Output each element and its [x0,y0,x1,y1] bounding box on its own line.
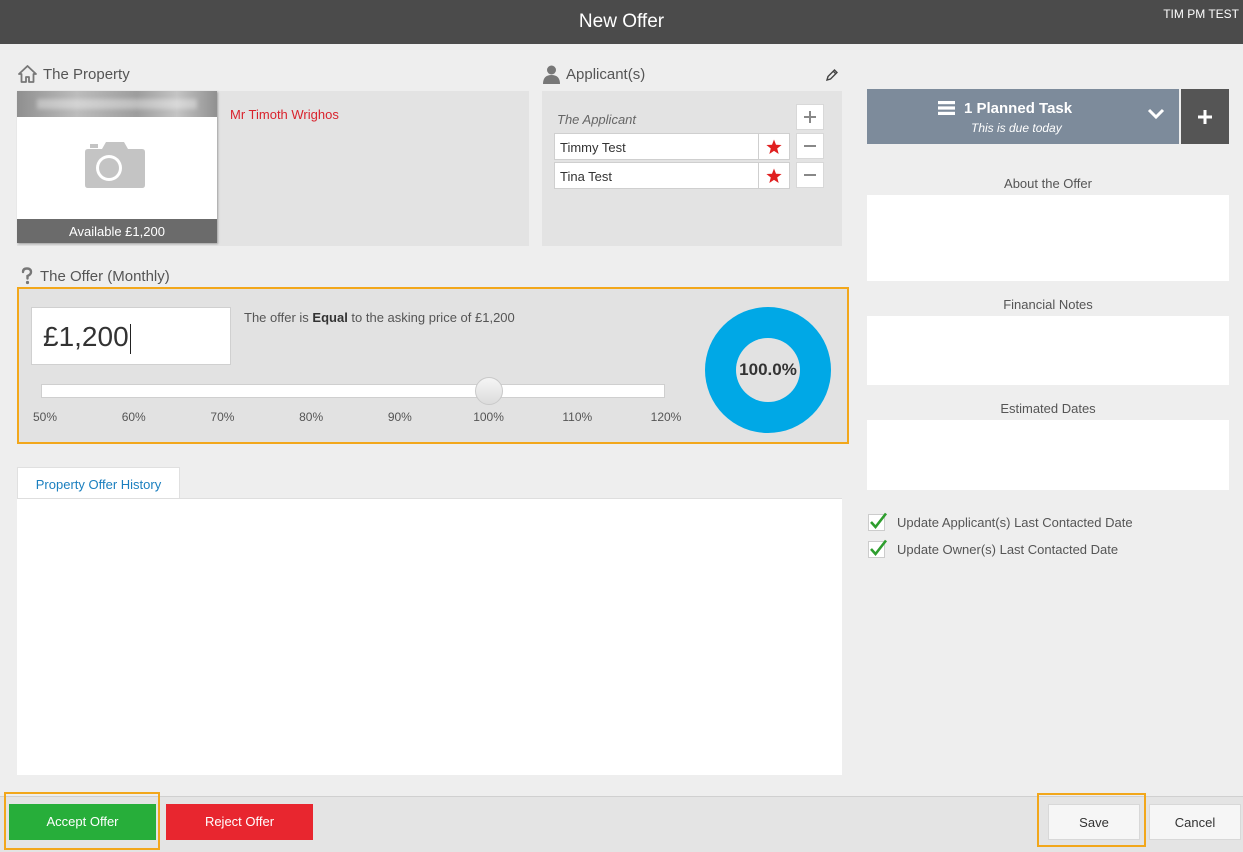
estimated-dates-panel[interactable] [867,420,1229,490]
slider-tick-label: 100% [473,410,504,424]
reject-offer-button[interactable]: Reject Offer [166,804,313,840]
current-user: TIM PM TEST [1163,7,1239,21]
slider-tick-label: 90% [387,410,412,424]
applicant-row[interactable]: Timmy Test [554,133,790,160]
edit-pencil-icon[interactable] [825,68,839,82]
property-photo[interactable]: Available £1,200 [17,91,217,243]
availability-label: Available £1,200 [17,219,217,243]
offer-amount-input[interactable]: £1,200 [31,307,231,365]
star-icon[interactable] [758,134,789,159]
offer-description: The offer is Equal to the asking price o… [244,310,515,325]
update-applicant-contacted-checkbox[interactable]: Update Applicant(s) Last Contacted Date [868,512,1133,532]
offer-history-panel [17,499,842,775]
slider-tick-label: 70% [210,410,235,424]
star-icon[interactable] [758,163,789,188]
person-icon [543,65,560,84]
window-title: New Offer [578,11,665,32]
applicants-heading-label: Applicant(s) [566,66,646,83]
update-owner-contacted-label: Update Owner(s) Last Contacted Date [897,541,1119,557]
update-owner-contacted-checkbox[interactable]: Update Owner(s) Last Contacted Date [868,539,1118,559]
slider-tick-label: 80% [299,410,324,424]
planned-task-title: 1 Planned Task [964,100,1073,117]
owner-link[interactable]: Mr Timoth Wrighos [230,107,339,122]
planned-task-subtitle: This is due today [971,121,1062,135]
cancel-button[interactable]: Cancel [1149,804,1241,840]
minus-icon [804,145,816,147]
offer-slider-handle[interactable] [474,377,503,405]
applicant-name: Timmy Test [560,140,626,155]
title-bar: New Offer TIM PM TEST [0,0,1243,44]
camera-icon [85,142,145,188]
slider-tick-label: 50% [32,410,58,424]
offer-amount-value: £1,200 [43,321,129,352]
applicants-panel: The Applicant Timmy Test Tina Test [542,91,842,246]
about-offer-textarea[interactable] [867,195,1229,281]
estimated-dates-label: Estimated Dates [1000,401,1096,416]
offer-description-suffix: to the asking price of £1,200 [347,310,515,325]
remove-applicant-button[interactable] [796,133,824,159]
offer-heading-label: The Offer (Monthly) [40,267,170,285]
applicant-name: Tina Test [560,169,613,184]
checkbox-checked-icon[interactable] [868,539,888,559]
offer-percentage-donut: 100.0% [705,307,831,433]
slider-tick-label: 120% [650,410,682,424]
about-offer-label: About the Offer [1004,176,1092,191]
property-heading: The Property [18,65,130,83]
home-icon [18,65,37,83]
applicant-row[interactable]: Tina Test [554,162,790,189]
text-caret [129,323,131,354]
donut-percentage-label: 100.0% [736,338,800,402]
update-applicant-contacted-label: Update Applicant(s) Last Contacted Date [897,514,1133,530]
minus-icon [804,174,816,176]
offer-heading: The Offer (Monthly) [20,267,170,285]
blurred-address [17,91,217,117]
add-applicant-button[interactable] [796,104,824,130]
plus-icon [1198,109,1212,124]
plus-icon [804,111,816,123]
offer-description-prefix: The offer is [244,310,313,325]
chevron-down-icon[interactable] [1147,108,1165,120]
applicants-heading: Applicant(s) [543,65,645,84]
financial-notes-textarea[interactable] [867,316,1229,385]
slider-tick-label: 60% [121,410,146,424]
add-task-button[interactable] [1181,89,1229,144]
task-list-icon [938,101,955,115]
financial-notes-label: Financial Notes [1003,297,1093,312]
offer-comparison: Equal [312,310,348,325]
accept-offer-button[interactable]: Accept Offer [9,804,156,840]
remove-applicant-button[interactable] [796,162,824,188]
planned-task-bar[interactable]: 1 Planned Task This is due today [867,89,1179,144]
slider-tick-label: 110% [562,410,593,424]
save-button[interactable]: Save [1048,804,1140,840]
checkbox-checked-icon[interactable] [868,512,888,532]
property-panel: Available £1,200 Mr Timoth Wrighos [17,91,529,246]
tab-property-offer-history[interactable]: Property Offer History [17,467,180,500]
offer-panel: £1,200 The offer is Equal to the asking … [17,287,849,444]
property-heading-label: The Property [43,65,130,83]
applicants-caption: The Applicant [557,112,637,127]
offer-slider-track[interactable] [41,384,665,398]
question-icon [21,267,33,285]
